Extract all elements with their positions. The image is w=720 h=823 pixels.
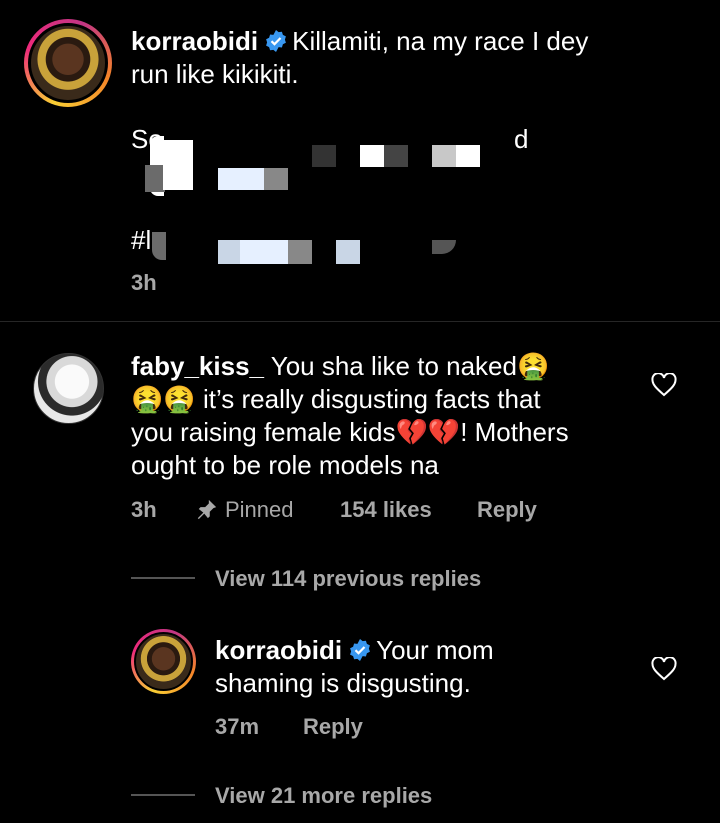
comment-line4: ought to be role models na bbox=[131, 450, 439, 480]
pinned-label: Pinned bbox=[225, 497, 294, 522]
username[interactable]: faby_kiss_ bbox=[131, 351, 264, 381]
pin-icon bbox=[197, 499, 217, 520]
replies-divider-line bbox=[131, 577, 195, 579]
reply-text: korraobidi Your mom shaming is disgusting… bbox=[215, 634, 645, 700]
caption-text: korraobidi Killamiti, na my race I dey ru… bbox=[131, 25, 701, 91]
redaction-block bbox=[218, 240, 240, 264]
reply-line2: shaming is disgusting. bbox=[215, 668, 471, 698]
hashtag-line-start: #l bbox=[131, 225, 152, 255]
likes-count[interactable]: 154 likes bbox=[340, 497, 432, 523]
username[interactable]: korraobidi bbox=[131, 26, 258, 56]
redaction-block bbox=[384, 145, 408, 167]
redaction-block bbox=[145, 165, 165, 192]
avatar[interactable] bbox=[33, 353, 104, 424]
redaction-block bbox=[240, 240, 288, 264]
comment-line1: You sha like to naked🤮 bbox=[270, 351, 550, 381]
redaction-block bbox=[432, 145, 456, 167]
redaction-block bbox=[163, 140, 193, 190]
reply-line1: Your mom bbox=[376, 635, 494, 665]
comment-text: faby_kiss_ You sha like to naked🤮 🤮🤮 it’… bbox=[131, 350, 641, 482]
redaction-block bbox=[218, 168, 264, 190]
comment-line3: you raising female kids💔💔! Mothers bbox=[131, 417, 569, 447]
comment-line2: 🤮🤮 it’s really disgusting facts that bbox=[131, 384, 541, 414]
redaction-block bbox=[152, 232, 166, 260]
verified-badge-icon bbox=[350, 639, 371, 661]
verified-badge-icon bbox=[266, 30, 287, 52]
redaction-block bbox=[336, 240, 360, 264]
caption-line1: Killamiti, na my race I dey bbox=[292, 26, 589, 56]
redaction-block bbox=[288, 240, 312, 264]
reply-button[interactable]: Reply bbox=[477, 497, 537, 523]
reply-time: 37m bbox=[215, 714, 260, 739]
avatar[interactable] bbox=[131, 629, 196, 694]
redaction-block bbox=[312, 145, 336, 167]
redaction-block bbox=[432, 240, 456, 254]
comment-time: 3h bbox=[131, 497, 157, 522]
redaction-block bbox=[456, 145, 480, 167]
caption-time: 3h bbox=[131, 270, 157, 295]
redaction-block bbox=[360, 145, 384, 167]
like-heart-icon[interactable] bbox=[651, 657, 677, 681]
like-heart-icon[interactable] bbox=[651, 373, 677, 397]
song-line-end: d bbox=[514, 124, 529, 154]
redaction-block bbox=[264, 168, 288, 190]
reply-button[interactable]: Reply bbox=[303, 714, 363, 740]
view-more-replies-button[interactable]: View 21 more replies bbox=[215, 783, 432, 809]
divider bbox=[0, 321, 720, 322]
view-previous-replies-button[interactable]: View 114 previous replies bbox=[215, 566, 481, 592]
caption-line2: run like kikikiti. bbox=[131, 59, 299, 89]
replies-divider-line bbox=[131, 794, 195, 796]
avatar[interactable] bbox=[24, 19, 112, 107]
username[interactable]: korraobidi bbox=[215, 635, 342, 665]
